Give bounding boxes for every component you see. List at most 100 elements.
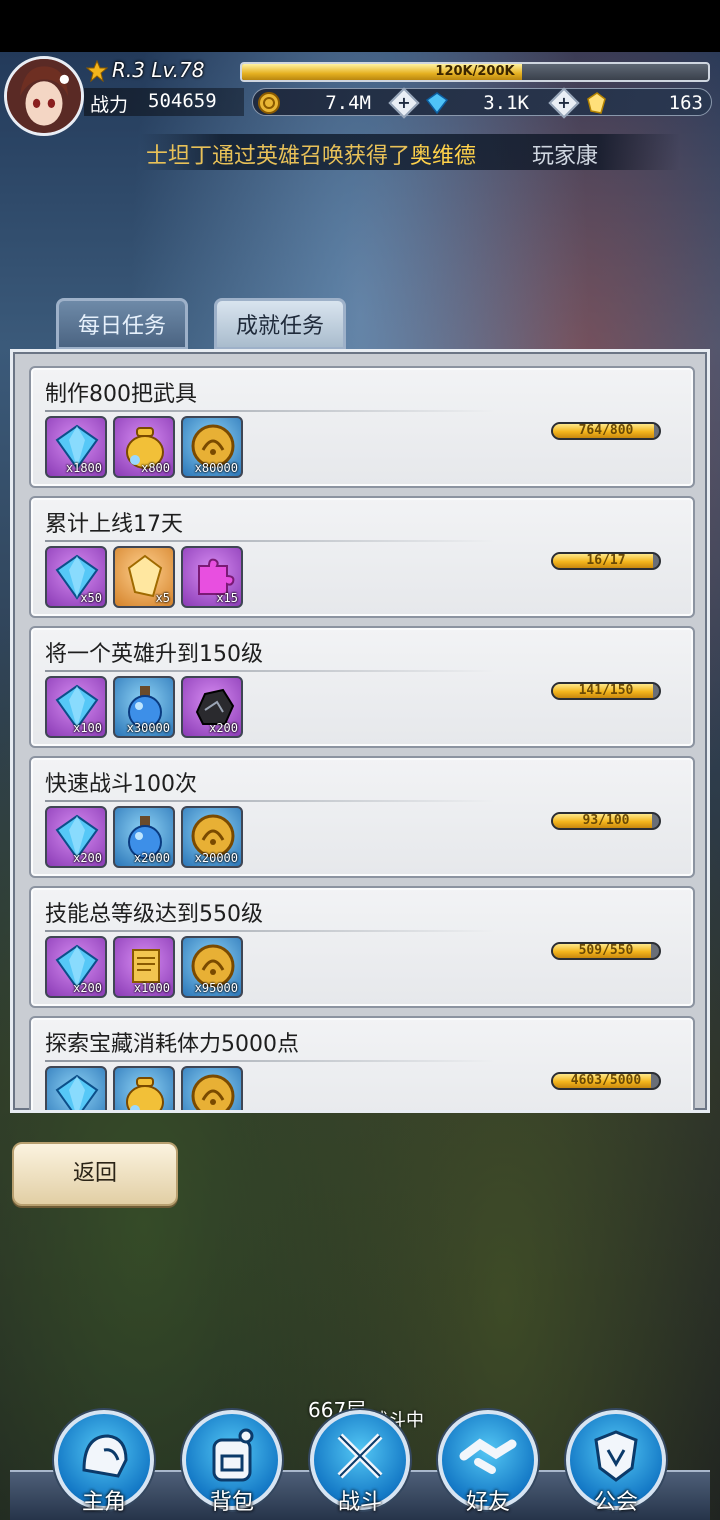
reward-quantity: x200	[73, 981, 102, 995]
gold-value: 7.4M	[325, 92, 371, 114]
nav-item-3[interactable]: 好友	[436, 1410, 540, 1520]
reward-item[interactable]: x15	[181, 546, 243, 608]
reward-quantity: x50	[80, 591, 102, 605]
nav-label: 好友	[465, 1490, 510, 1515]
rank-level: R.3 Lv.78	[84, 58, 234, 84]
task-title: 技能总等级达到550级	[45, 902, 263, 927]
nav-item-0[interactable]: 主角	[52, 1410, 156, 1520]
nav-item-1[interactable]: 背包	[180, 1410, 284, 1520]
task-progress-text: 509/550	[578, 943, 634, 958]
nav-label: 背包	[209, 1490, 254, 1515]
reward-item[interactable]	[45, 1066, 107, 1110]
plus-icon: +	[557, 93, 571, 112]
task-progress-bar: 509/550	[551, 942, 661, 960]
reward-quantity: x20000	[194, 851, 238, 865]
crystal-value: 163	[668, 92, 703, 114]
power-label: 战力	[90, 94, 129, 116]
reward-quantity: x30000	[126, 721, 170, 735]
add-diamond-button[interactable]: +	[548, 87, 580, 119]
task-title: 制作800把武具	[45, 382, 197, 407]
nav-label: 战斗	[337, 1490, 382, 1515]
gold-coin-icon	[258, 92, 280, 114]
reward-item[interactable]: x100	[45, 676, 107, 738]
task-title: 快速战斗100次	[45, 772, 197, 797]
reward-item[interactable]: x30000	[113, 676, 175, 738]
reward-quantity: x800	[141, 461, 170, 475]
task-progress-bar: 93/100	[551, 812, 661, 830]
diamond-currency: 3.1K	[425, 89, 545, 117]
reward-item[interactable]	[113, 1066, 175, 1110]
gold-currency: 7.4M	[257, 89, 387, 117]
power-value: 504659	[148, 90, 217, 112]
diamond-icon	[425, 92, 449, 115]
task-divider	[45, 410, 495, 412]
task-progress-text: 93/100	[582, 813, 630, 828]
reward-item[interactable]: x20000	[181, 806, 243, 868]
crossed-swords-icon	[337, 1433, 383, 1479]
reward-item[interactable]: x800	[113, 416, 175, 478]
backpack-icon	[212, 1428, 254, 1482]
reward-item[interactable]: x1800	[45, 416, 107, 478]
reward-quantity: x1800	[65, 461, 102, 475]
task-divider	[45, 1060, 495, 1062]
reward-quantity: x100	[73, 721, 102, 735]
nav-label: 公会	[593, 1490, 638, 1515]
reward-quantity: x5	[155, 591, 170, 605]
tab-achievement-tasks[interactable]: 成就任务	[214, 298, 346, 350]
reward-quantity: x15	[216, 591, 238, 605]
reward-item[interactable]: x5	[113, 546, 175, 608]
task-item[interactable]: 累计上线17天 x50 x5 x15 16/17	[29, 496, 695, 618]
reward-item[interactable]: x80000	[181, 416, 243, 478]
reward-item[interactable]: x1000	[113, 936, 175, 998]
reward-item[interactable]: x200	[45, 936, 107, 998]
task-item[interactable]: 技能总等级达到550级 x200 x1000 x95000 509/550	[29, 886, 695, 1008]
combat-power: 战力 504659	[84, 88, 244, 116]
guild-crest-icon	[594, 1430, 638, 1482]
reward-item[interactable]: x200	[181, 676, 243, 738]
marquee-part3: 玩家康	[531, 144, 598, 169]
task-title: 探索宝藏消耗体力5000点	[45, 1032, 299, 1057]
crystal-icon	[587, 92, 606, 114]
task-item[interactable]: 将一个英雄升到150级 x100 x30000 x200 141/150	[29, 626, 695, 748]
reward-item[interactable]: x2000	[113, 806, 175, 868]
xp-bar: 120K/200K	[240, 62, 710, 82]
nav-label: 主角	[81, 1490, 126, 1515]
task-item[interactable]: 快速战斗100次 x200 x2000 x20000 93/100	[29, 756, 695, 878]
gold-bag-icon	[126, 1077, 164, 1110]
reward-quantity: x2000	[133, 851, 170, 865]
nav-item-2[interactable]: 战斗	[308, 1410, 412, 1520]
task-progress-text: 764/800	[578, 423, 634, 438]
crystal-currency: 163	[585, 89, 705, 117]
broadcast-marquee: 士坦丁通过英雄召唤获得了奥维德 玩家康	[140, 134, 680, 170]
task-list-panel[interactable]: 制作800把武具 x1800 x800 x80000 764/800 累计上线17天 x50…	[10, 349, 710, 1113]
plus-icon: +	[397, 93, 411, 112]
reward-item[interactable]: x95000	[181, 936, 243, 998]
xp-text: 120K/200K	[435, 64, 515, 79]
rank-badge-icon	[86, 60, 108, 82]
marquee-part1: 士坦丁通过英雄召唤获得了	[146, 144, 411, 169]
rank-level-text: R.3 Lv.78	[112, 58, 205, 82]
marquee-hero: 奥维德	[410, 144, 477, 169]
bottom-nav: 主角 背包 战斗 好友 公会	[0, 1410, 720, 1520]
reward-item[interactable]: x50	[45, 546, 107, 608]
add-gold-button[interactable]: +	[388, 87, 420, 119]
reward-quantity: x95000	[194, 981, 238, 995]
task-divider	[45, 540, 495, 542]
status-bar-area	[0, 0, 720, 52]
reward-item[interactable]: x200	[45, 806, 107, 868]
reward-quantity: x200	[73, 851, 102, 865]
nav-item-4[interactable]: 公会	[564, 1410, 668, 1520]
back-button[interactable]: 返回	[12, 1142, 178, 1206]
task-divider	[45, 670, 495, 672]
helmet-icon	[82, 1434, 128, 1478]
task-title: 将一个英雄升到150级	[45, 642, 263, 667]
reward-item[interactable]	[181, 1066, 243, 1110]
task-item[interactable]: 探索宝藏消耗体力5000点 4603/5000	[29, 1016, 695, 1110]
diamond-value: 3.1K	[483, 92, 529, 114]
tab-daily-tasks[interactable]: 每日任务	[56, 298, 188, 350]
handshake-icon	[459, 1438, 517, 1474]
reward-quantity: x1000	[133, 981, 170, 995]
player-avatar[interactable]	[4, 56, 84, 136]
diamond-icon	[55, 1074, 99, 1110]
task-item[interactable]: 制作800把武具 x1800 x800 x80000 764/800	[29, 366, 695, 488]
